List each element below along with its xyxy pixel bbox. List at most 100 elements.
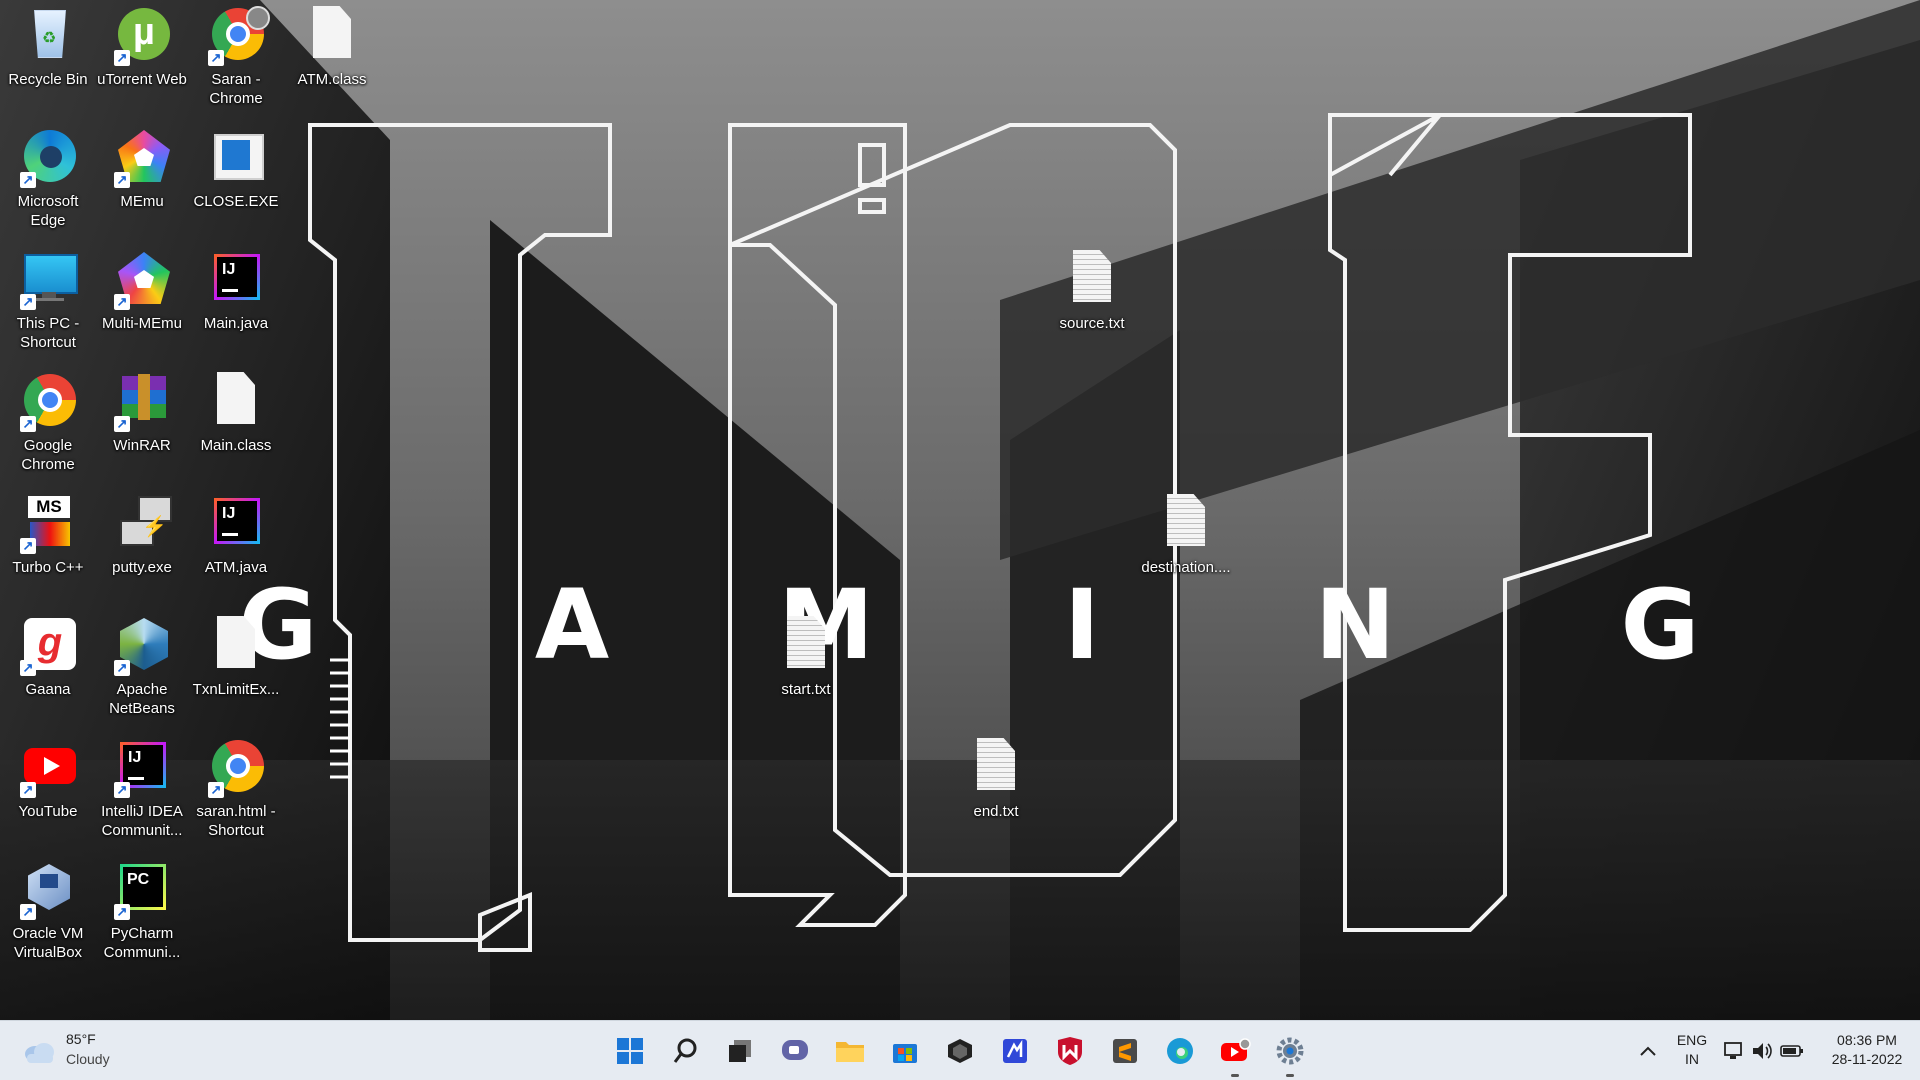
- taskbar-edge[interactable]: [1160, 1031, 1200, 1071]
- region-code: IN: [1685, 1051, 1699, 1067]
- shortcut-arrow-icon: ↗: [208, 782, 224, 798]
- shortcut-arrow-icon: ↗: [20, 172, 36, 188]
- icon-label: MEmu: [120, 193, 164, 210]
- taskbar-unity-hub[interactable]: [940, 1031, 980, 1071]
- turbo-cpp-icon: MS ↗: [18, 492, 78, 554]
- icon-label: YouTube: [18, 803, 78, 820]
- file-icon: [206, 370, 266, 430]
- shortcut-arrow-icon: ↗: [114, 50, 130, 66]
- desktop-icon-atm-java[interactable]: IJ ATM.java: [188, 488, 284, 608]
- desktop-icon-txnlimitex[interactable]: TxnLimitEx...: [188, 610, 284, 730]
- desktop-icon-atm-class[interactable]: ATM.class: [284, 0, 380, 120]
- desktop-icon-google-chrome[interactable]: ↗ Google Chrome: [0, 366, 96, 486]
- sublime-text-icon: [1113, 1039, 1137, 1063]
- desktop-icon-intellij-idea[interactable]: IJ ↗ IntelliJ IDEA Communit...: [94, 732, 190, 852]
- shortcut-arrow-icon: ↗: [114, 172, 130, 188]
- show-hidden-icons-button[interactable]: [1628, 1031, 1668, 1071]
- intellij-icon: IJ: [206, 492, 266, 552]
- start-button[interactable]: [610, 1031, 650, 1071]
- desktop-icon-destination[interactable]: destination....: [1138, 488, 1234, 608]
- icon-label: saran.html - Shortcut: [196, 803, 276, 839]
- taskbar: 85°F Cloudy ENG IN 08:36 PM 28-11-2022: [0, 1020, 1920, 1080]
- search-button[interactable]: [666, 1031, 706, 1071]
- clock-time: 08:36 PM: [1837, 1032, 1897, 1048]
- wallpaper-letter-i: I: [1064, 569, 1100, 681]
- weather-widget[interactable]: 85°F Cloudy: [22, 1031, 162, 1071]
- desktop-icon-winrar[interactable]: ↗ WinRAR: [94, 366, 190, 486]
- desktop-wallpaper: G A M I N G: [0, 0, 1920, 1020]
- utorrent-icon: µ ↗: [112, 4, 172, 66]
- icon-label: uTorrent Web: [97, 71, 187, 88]
- chrome-icon: ↗: [18, 370, 78, 432]
- memu-icon: ↗: [112, 126, 172, 188]
- desktop-icon-gaana[interactable]: g ↗ Gaana: [0, 610, 96, 730]
- clock[interactable]: 08:36 PM 28-11-2022: [1822, 1031, 1912, 1069]
- desktop-icon-utorrent-web[interactable]: µ ↗ uTorrent Web: [94, 0, 190, 120]
- system-tray-quick-settings[interactable]: [1718, 1031, 1808, 1071]
- unity-hub-icon: [948, 1039, 972, 1063]
- icon-label: Oracle VM VirtualBox: [12, 925, 84, 961]
- multi-memu-icon: ↗: [112, 248, 172, 310]
- chrome-icon: ↗: [206, 4, 270, 66]
- desktop-icon-recycle-bin[interactable]: ♻ Recycle Bin: [0, 0, 96, 120]
- desktop-icon-this-pc[interactable]: ↗ This PC - Shortcut: [0, 244, 96, 364]
- icon-label: Microsoft Edge: [17, 193, 79, 229]
- taskbar-sublime-text[interactable]: [1105, 1031, 1145, 1071]
- taskbar-mcafee[interactable]: [1050, 1031, 1090, 1071]
- shortcut-arrow-icon: ↗: [114, 904, 130, 920]
- desktop-icon-main-java[interactable]: IJ Main.java: [188, 244, 284, 364]
- desktop-icon-turbo-cpp[interactable]: MS ↗ Turbo C++: [0, 488, 96, 608]
- file-icon: [206, 614, 266, 674]
- taskbar-settings[interactable]: [1270, 1031, 1310, 1077]
- shortcut-arrow-icon: ↗: [114, 660, 130, 676]
- icon-label: CLOSE.EXE: [193, 193, 279, 210]
- desktop-icon-saran-chrome[interactable]: ↗ Saran - Chrome: [188, 0, 284, 120]
- running-indicator: [1231, 1074, 1239, 1077]
- task-view-button[interactable]: [720, 1031, 760, 1071]
- virtualbox-icon: ↗: [18, 858, 78, 920]
- desktop-icon-putty[interactable]: ⚡ putty.exe: [94, 488, 190, 608]
- desktop-icon-youtube[interactable]: ↗ YouTube: [0, 732, 96, 852]
- task-view-icon: [729, 1040, 751, 1062]
- icon-label: Saran - Chrome: [209, 71, 263, 107]
- recycle-bin-icon: ♻: [18, 4, 78, 64]
- text-file-icon: [1062, 248, 1122, 308]
- shortcut-arrow-icon: ↗: [20, 416, 36, 432]
- winrar-icon: ↗: [112, 370, 172, 432]
- language-indicator[interactable]: ENG IN: [1672, 1031, 1712, 1069]
- icon-label: ATM.class: [297, 71, 367, 88]
- desktop-icon-pycharm[interactable]: PC ↗ PyCharm Communi...: [94, 854, 190, 974]
- taskbar-microsoft-store[interactable]: [885, 1031, 925, 1071]
- icon-label: Google Chrome: [21, 437, 75, 473]
- icon-label: Multi-MEmu: [101, 315, 182, 332]
- icon-label: putty.exe: [112, 559, 172, 576]
- desktop-icon-source-txt[interactable]: source.txt: [1044, 244, 1140, 364]
- desktop-icon-virtualbox[interactable]: ↗ Oracle VM VirtualBox: [0, 854, 96, 974]
- taskbar-youtube-chrome[interactable]: [1215, 1031, 1255, 1077]
- icon-label: Apache NetBeans: [109, 681, 175, 717]
- icon-label: Turbo C++: [12, 559, 84, 576]
- desktop-icon-apache-netbeans[interactable]: ↗ Apache NetBeans: [94, 610, 190, 730]
- taskbar-vs-code[interactable]: [995, 1031, 1035, 1071]
- icon-label: start.txt: [781, 681, 831, 698]
- edge-icon: ↗: [18, 126, 78, 188]
- chat-button[interactable]: [775, 1031, 815, 1071]
- desktop-icon-main-class[interactable]: Main.class: [188, 366, 284, 486]
- youtube-chrome-icon: [1221, 1038, 1251, 1061]
- putty-icon: ⚡: [112, 492, 172, 552]
- desktop-icon-start-txt[interactable]: start.txt: [758, 610, 854, 730]
- shortcut-arrow-icon: ↗: [20, 294, 36, 310]
- desktop-icon-memu[interactable]: ↗ MEmu: [94, 122, 190, 242]
- desktop-icon-end-txt[interactable]: end.txt: [948, 732, 1044, 852]
- clock-date: 28-11-2022: [1831, 1051, 1903, 1067]
- desktop-icon-close-exe[interactable]: CLOSE.EXE: [188, 122, 284, 242]
- weather-condition: Cloudy: [66, 1051, 110, 1067]
- edge-icon: [1167, 1038, 1193, 1064]
- desktop-icon-saran-html[interactable]: ↗ saran.html - Shortcut: [188, 732, 284, 852]
- language-code: ENG: [1676, 1032, 1708, 1048]
- wallpaper-letter-a: A: [535, 569, 609, 681]
- desktop-icon-multi-memu[interactable]: ↗ Multi-MEmu: [94, 244, 190, 364]
- search-icon: [673, 1038, 697, 1063]
- taskbar-file-explorer[interactable]: [830, 1031, 870, 1071]
- desktop-icon-microsoft-edge[interactable]: ↗ Microsoft Edge: [0, 122, 96, 242]
